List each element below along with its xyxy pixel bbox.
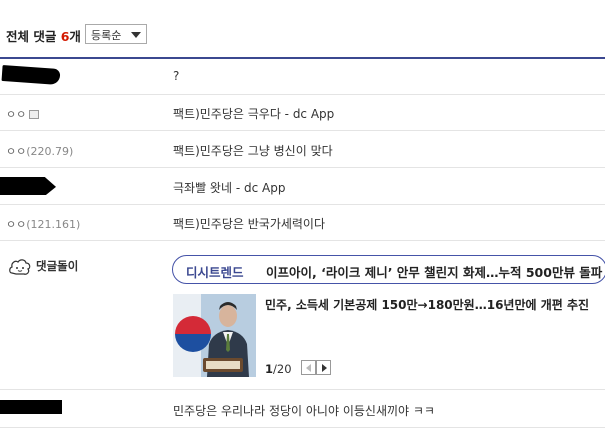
redacted-nickname	[0, 177, 56, 195]
trend-brand: 디시트렌드	[186, 265, 244, 280]
comment-ip: (121.161)	[26, 218, 81, 231]
prev-page-button[interactable]	[301, 360, 316, 375]
news-title[interactable]: 민주, 소득세 기본공제 150만→180만원…16년만에 개편 추진	[265, 296, 589, 313]
comment-text: 팩트)민주당은 극우다 - dc App	[173, 107, 335, 121]
chevron-right-icon	[322, 364, 327, 372]
comment-ip: (220.79)	[26, 145, 74, 158]
mobile-icon	[29, 110, 40, 119]
comment-row: ㅇㅇ(121.161) 팩트)민주당은 반국가세력이다	[0, 205, 605, 241]
news-thumbnail-image	[173, 294, 256, 377]
comment-nickname[interactable]: ㅇㅇ(220.79)	[6, 143, 73, 159]
sort-selected-value: 등록순	[91, 29, 122, 42]
news-thumbnail[interactable]	[173, 294, 256, 377]
comment-bot-label: 댓글돌이	[36, 259, 79, 273]
redacted-nickname	[0, 400, 62, 414]
comment-row: ㅇㅇ(220.79) 팩트)민주당은 그냥 병신이 맞다	[0, 131, 605, 168]
comment-row: ㅇㅇ 팩트)민주당은 극우다 - dc App	[0, 95, 605, 131]
comment-nickname[interactable]: ㅇㅇ(121.161)	[6, 216, 80, 232]
comment-row: 극좌빨 왓네 - dc App	[0, 168, 605, 205]
comment-header: 전체 댓글 6개 등록순	[0, 0, 605, 62]
dropdown-arrow-icon	[131, 32, 141, 38]
trend-headline: 이프아이, ‘라이크 제니’ 안무 챌린지 화제…누적 500만뷰 돌파	[266, 265, 603, 280]
comment-bot-icon	[9, 259, 31, 275]
comment-row: 민주당은 우리나라 정당이 아니야 이등신새끼야 ㅋㅋ	[0, 390, 605, 428]
chevron-left-icon	[306, 364, 311, 372]
comment-text: 팩트)민주당은 그냥 병신이 맞다	[173, 144, 333, 158]
comment-count-title: 전체 댓글 6개	[6, 29, 81, 44]
comment-nickname[interactable]: ㅇㅇ	[6, 106, 40, 122]
comment-text: 극좌빨 왓네 - dc App	[173, 181, 286, 195]
comment-text: ?	[173, 69, 180, 83]
comment-text: 민주당은 우리나라 정당이 아니야 이등신새끼야 ㅋㅋ	[173, 404, 435, 418]
comment-row: ?	[0, 59, 605, 95]
next-page-button[interactable]	[316, 360, 331, 375]
trend-headline-link[interactable]: 디시트렌드 이프아이, ‘라이크 제니’ 안무 챌린지 화제…누적 500만뷰 …	[172, 255, 605, 284]
sort-select[interactable]: 등록순	[85, 24, 147, 44]
comment-text: 팩트)민주당은 반국가세력이다	[173, 217, 326, 231]
news-pager: 1/20	[265, 362, 292, 376]
redacted-nickname	[1, 64, 61, 86]
